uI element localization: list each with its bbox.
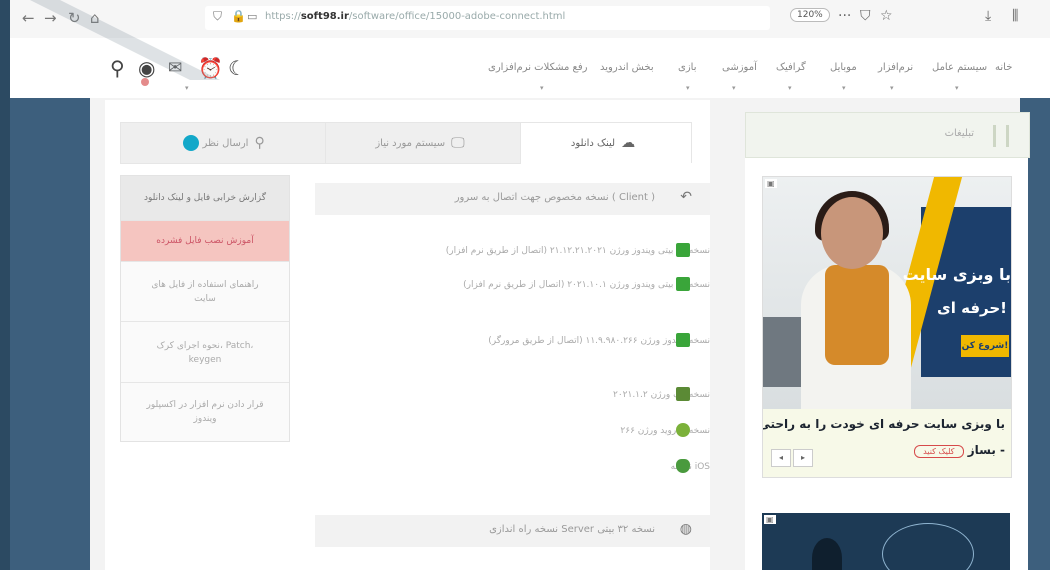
- ad-cta-button[interactable]: کلیک کنید: [914, 445, 964, 458]
- menu-item-troubleshoot[interactable]: رفع مشکلات نرم‌افزاری: [488, 62, 587, 73]
- ad-badge-icon: ▣: [764, 515, 776, 524]
- download-tabs: لینک دانلود ☁ سیستم مورد نیاز 🖵 ارسال نظر ⚲: [120, 122, 695, 164]
- comment-search-icon: ⚲: [254, 135, 265, 151]
- report-broken-link[interactable]: گزارش خرابی فایل و لینک دانلود: [121, 176, 289, 221]
- windows-icon: [676, 243, 690, 257]
- android-icon: [676, 423, 690, 437]
- window-edge: [0, 0, 10, 570]
- apple-icon: [676, 459, 690, 473]
- ads-header: تبلیغات: [745, 112, 1030, 158]
- menu-item-graphics[interactable]: گرافیک: [776, 62, 806, 73]
- server-section-title: نسخه راه اندازی Server نسخه ۳۲ بیتی: [489, 524, 655, 535]
- tab-comment[interactable]: ارسال نظر ⚲: [120, 122, 326, 164]
- help-link-extract[interactable]: آموزش نصب فایل فشرده: [121, 221, 289, 262]
- ads-header-decoration: [993, 125, 1009, 147]
- menu-item-games[interactable]: بازی: [678, 62, 697, 73]
- lock-icon: 🔒: [231, 9, 246, 23]
- ad-footer-line-2: کلیک کنید بساز -: [911, 443, 1005, 458]
- tab-download[interactable]: لینک دانلود ☁: [520, 122, 692, 163]
- ads-title: تبلیغات: [944, 128, 974, 139]
- cloud-download-icon: ☁: [621, 135, 636, 151]
- chevron-down-icon: ▾: [842, 84, 846, 92]
- download-link-win64[interactable]: نسخه ۶۴ بیتی ویندوز ورژن ۲۱.۱۲.۲۱.۲۰۲۱ (…: [446, 246, 710, 256]
- share-arrow-icon: ↶: [680, 189, 692, 205]
- chevron-down-icon: ▾: [732, 84, 736, 92]
- ad-headline-2: حرفه ای!: [936, 299, 1007, 317]
- client-section-header: نسخه مخصوص جهت اتصال به سرور ( Client ) …: [315, 183, 710, 215]
- ad-badge-icon: ▣: [765, 179, 777, 188]
- address-bar[interactable]: ⛉ 🔒 ▭ https://soft98.ir/software/office/…: [205, 6, 770, 30]
- menu-item-home[interactable]: خانه: [995, 62, 1012, 73]
- ad-footer: با وبزی سایت حرفه ای خودت را به راحتی کل…: [763, 409, 1011, 477]
- menu-item-education[interactable]: آموزشی: [722, 62, 757, 73]
- chevron-down-icon: ▾: [686, 84, 690, 92]
- browser-toolbar: ← → ↻ ⌂ ⛉ 🔒 ▭ https://soft98.ir/software…: [0, 0, 1050, 39]
- menu-item-os[interactable]: سیستم عامل: [932, 62, 987, 73]
- help-link-explorer[interactable]: قرار دادن نرم افزار در اکسپلور ویندوز: [121, 384, 289, 440]
- help-link-usage[interactable]: راهنمای استفاده از فایل های سایت: [121, 262, 289, 322]
- ad-figure: [812, 538, 842, 570]
- windows-icon: [676, 333, 690, 347]
- page-side-margin: [10, 98, 90, 570]
- chevron-down-icon: ▾: [955, 84, 959, 92]
- site-header: ⚲ ◉ ✉ ⏰ ☾ ▾ خانه سیستم عامل نرم‌افزار مو…: [10, 38, 1050, 99]
- chevron-down-icon: ▾: [540, 84, 544, 92]
- ad-start-button[interactable]: شروع کن!: [961, 335, 1009, 357]
- help-links-box: گزارش خرابی فایل و لینک دانلود آموزش نصب…: [120, 175, 290, 442]
- chevron-down-icon: ▾: [788, 84, 792, 92]
- alarm-icon[interactable]: ⏰: [198, 58, 223, 78]
- menu-item-android[interactable]: بخش اندروید: [600, 62, 654, 73]
- ad-photo: با وبزی سایت حرفه ای! شروع کن!: [763, 177, 1011, 409]
- help-link-crack[interactable]: نحوه اجرای کرک، Patch، keygen: [121, 323, 289, 383]
- tab-system-requirements[interactable]: سیستم مورد نیاز 🖵: [325, 122, 521, 164]
- second-ad-banner[interactable]: ▣: [762, 513, 1010, 570]
- server-section-header: نسخه راه اندازی Server نسخه ۳۲ بیتی ◍: [315, 515, 710, 547]
- downloads-icon[interactable]: ⤓: [985, 8, 991, 24]
- home-icon[interactable]: ⌂: [90, 9, 100, 27]
- forward-icon[interactable]: →: [44, 9, 57, 27]
- windows-icon: [676, 277, 690, 291]
- webzi-ad-banner[interactable]: با وبزی سایت حرفه ای! شروع کن! ▣ با وبزی…: [762, 176, 1012, 478]
- reload-icon[interactable]: ↻: [68, 9, 81, 27]
- download-link-android[interactable]: نسخه اندروید ورژن ۲۶۶: [620, 426, 710, 436]
- page-info-icon: ▭: [247, 10, 258, 23]
- ad-next-icon[interactable]: ▸: [793, 449, 813, 467]
- mail-icon[interactable]: ✉: [168, 58, 182, 78]
- ad-headline-1: با وبزی سایت: [902, 265, 1011, 284]
- ad-prev-icon[interactable]: ◂: [771, 449, 791, 467]
- tab-system-label: سیستم مورد نیاز: [375, 138, 446, 149]
- client-section-title: نسخه مخصوص جهت اتصال به سرور ( Client ): [454, 192, 655, 203]
- ad-footer-line-1: با وبزی سایت حرفه ای خودت را به راحتی: [762, 417, 1005, 431]
- menu-item-software[interactable]: نرم‌افزار: [878, 62, 913, 73]
- library-icon[interactable]: ⫼: [1012, 8, 1018, 24]
- back-icon[interactable]: ←: [22, 9, 35, 27]
- download-link-win32[interactable]: نسخه ۳۲ بیتی ویندوز ورژن ۲۰۲۱.۱۰.۱ (اتصا…: [463, 280, 710, 290]
- shield-icon: ⛉: [213, 9, 223, 23]
- pocket-icon[interactable]: ⛉: [860, 8, 871, 24]
- monitor-icon: 🖵: [451, 135, 465, 151]
- user-icon[interactable]: ◉: [138, 58, 155, 78]
- url-text[interactable]: https://soft98.ir/software/office/15000-…: [265, 11, 565, 22]
- chevron-down-icon: ▾: [185, 84, 189, 92]
- search-icon[interactable]: ⚲: [110, 58, 125, 78]
- chevron-down-icon: ▾: [890, 84, 894, 92]
- menu-item-mobile[interactable]: موبایل: [830, 62, 857, 73]
- tab-comment-label: ارسال نظر: [202, 138, 249, 149]
- globe-icon: ◍: [679, 521, 692, 537]
- brain-graphic: [882, 523, 974, 570]
- comment-count-badge: [183, 135, 200, 151]
- dark-mode-icon[interactable]: ☾: [228, 58, 246, 78]
- tab-download-label: لینک دانلود: [570, 138, 616, 149]
- download-link-mac[interactable]: نسخه مک ورژن ۲۰۲۱.۱.۲: [613, 390, 710, 400]
- more-actions-icon[interactable]: ···: [838, 8, 851, 24]
- zoom-badge[interactable]: 120%: [790, 8, 830, 22]
- notification-dot: [141, 78, 149, 86]
- bookmark-star-icon[interactable]: ☆: [880, 8, 893, 24]
- mac-icon: [676, 387, 690, 401]
